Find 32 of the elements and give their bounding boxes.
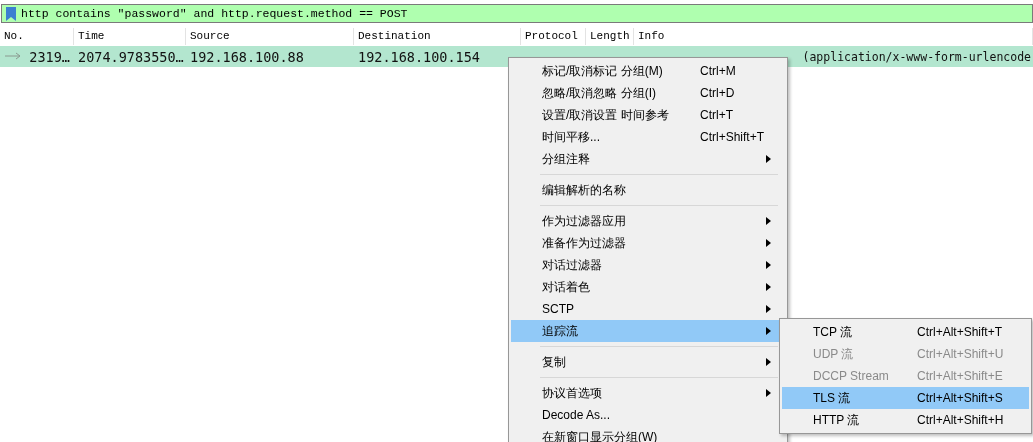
menu-item[interactable]: 复制 (511, 351, 780, 373)
menu-item[interactable]: Decode As... (511, 404, 780, 426)
display-filter-field[interactable]: http contains "password" and http.request.method == POST (1, 4, 1033, 23)
bookmark-icon[interactable] (4, 5, 18, 22)
menu-item[interactable]: TCP 流 Ctrl+Alt+Shift+T (782, 321, 1029, 343)
column-header[interactable]: Time (74, 28, 186, 45)
table-cell-text: 2074.9783550… (78, 48, 185, 65)
menu-item[interactable]: 协议首选项 (511, 382, 780, 404)
column-header[interactable]: Source (186, 28, 354, 45)
menu-item[interactable]: 追踪流 (511, 320, 780, 342)
menu-item[interactable]: 编辑解析的名称 (511, 179, 780, 201)
menu-item[interactable]: 时间平移... Ctrl+Shift+T (511, 126, 780, 148)
column-header[interactable]: Length (586, 28, 634, 45)
table-cell-text: 2319… (28, 48, 71, 65)
menu-item[interactable]: SCTP (511, 298, 780, 320)
menu-item[interactable]: TLS 流 Ctrl+Alt+Shift+S (782, 387, 1029, 409)
column-header[interactable]: Protocol (521, 28, 586, 45)
table-cell: (application/x-www-form-urlencode (802, 49, 1031, 64)
menu-item[interactable]: 分组注释 (511, 148, 780, 170)
table-cell-text: 192.168.100.154 (358, 48, 481, 65)
menu-item[interactable]: 设置/取消设置 时间参考 Ctrl+T (511, 104, 780, 126)
arrow-icon (5, 52, 21, 60)
menu-item[interactable]: 作为过滤器应用 (511, 210, 780, 232)
column-header[interactable]: No. (0, 28, 74, 45)
column-header[interactable]: Destination (354, 28, 521, 45)
menu-item[interactable]: 准备作为过滤器 (511, 232, 780, 254)
menu-item[interactable]: HTTP 流 Ctrl+Alt+Shift+H (782, 409, 1029, 431)
table-cell-text: 192.168.100.88 (190, 48, 305, 65)
menu-item[interactable]: 对话过滤器 (511, 254, 780, 276)
menu-item[interactable]: 忽略/取消忽略 分组(I) Ctrl+D (511, 82, 780, 104)
column-header[interactable]: Info (634, 28, 1033, 45)
menu-item[interactable]: 对话着色 (511, 276, 780, 298)
